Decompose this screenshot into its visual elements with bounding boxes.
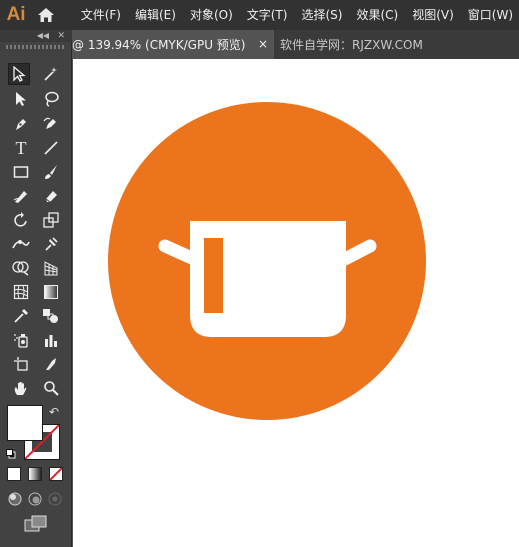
artboard-tool-icon[interactable] [10, 353, 32, 375]
screen-mode-icon[interactable] [24, 515, 48, 533]
color-mode-button[interactable] [7, 467, 21, 481]
tab-active-document[interactable]: @ 139.94% (CMYK/GPU 预览) × [72, 30, 274, 59]
menu-edit[interactable]: 编辑(E) [129, 0, 182, 30]
panel-grip[interactable] [6, 45, 66, 49]
menu-select[interactable]: 选择(S) [295, 0, 348, 30]
zoom-tool-icon[interactable] [40, 377, 62, 399]
menu-effect[interactable]: 效果(C) [350, 0, 404, 30]
perspective-grid-tool-icon[interactable] [40, 257, 62, 279]
blend-tool-icon[interactable] [40, 305, 62, 327]
shape-builder-tool-icon[interactable] [10, 257, 32, 279]
home-icon[interactable] [32, 0, 61, 30]
document-tab-bar: @ 139.94% (CMYK/GPU 预览) × 软件自学网：RJZXW.CO… [72, 30, 519, 59]
cooking-pot-icon[interactable] [158, 221, 377, 337]
swap-fill-stroke-icon[interactable]: ↶ [49, 405, 59, 419]
curvature-tool-icon[interactable] [40, 113, 62, 135]
close-panel-icon[interactable]: ✕ [57, 30, 65, 42]
type-tool-glyph: T [15, 138, 27, 158]
tab-inactive-label: 软件自学网：RJZXW.COM [280, 38, 423, 52]
app-logo-text: Ai [6, 4, 26, 25]
gradient-mode-button[interactable] [28, 467, 42, 481]
tool-panel: ◀◀ ✕ T ↶ [0, 30, 72, 547]
line-tool-icon[interactable] [40, 137, 62, 159]
default-colors-icon[interactable] [6, 444, 16, 459]
pen-tool-icon[interactable] [10, 113, 32, 135]
menu-bar: Ai 文件(F) 编辑(E) 对象(O) 文字(T) 选择(S) 效果(C) 视… [0, 0, 519, 30]
gradient-tool-icon[interactable] [40, 281, 62, 303]
scale-tool-icon[interactable] [40, 209, 62, 231]
rotate-tool-icon[interactable] [10, 209, 32, 231]
artboard-canvas[interactable] [73, 59, 519, 547]
draw-behind-icon[interactable] [27, 491, 43, 507]
close-tab-icon[interactable]: × [258, 38, 268, 50]
selection-tool-icon[interactable] [8, 63, 30, 85]
menu-items: 文件(F) 编辑(E) 对象(O) 文字(T) 选择(S) 效果(C) 视图(V… [75, 0, 519, 30]
puppet-warp-tool-icon[interactable] [40, 233, 62, 255]
menu-view[interactable]: 视图(V) [406, 0, 460, 30]
draw-normal-icon[interactable] [7, 491, 23, 507]
none-mode-button[interactable] [49, 467, 63, 481]
menu-object[interactable]: 对象(O) [184, 0, 239, 30]
eyedropper-tool-icon[interactable] [10, 305, 32, 327]
width-tool-icon[interactable] [10, 233, 32, 255]
type-tool-icon[interactable]: T [10, 137, 32, 159]
symbol-sprayer-tool-icon[interactable] [10, 329, 32, 351]
menu-file[interactable]: 文件(F) [75, 0, 127, 30]
hand-tool-icon[interactable] [10, 377, 32, 399]
collapse-panel-icon[interactable]: ◀◀ [37, 30, 49, 42]
tab-inactive-document[interactable]: 软件自学网：RJZXW.COM [280, 30, 423, 59]
mesh-tool-icon[interactable] [10, 281, 32, 303]
shaper-tool-icon[interactable] [10, 185, 32, 207]
column-graph-tool-icon[interactable] [40, 329, 62, 351]
paintbrush-tool-icon[interactable] [40, 161, 62, 183]
magic-wand-tool-icon[interactable] [40, 63, 62, 85]
menu-type[interactable]: 文字(T) [241, 0, 294, 30]
eraser-tool-icon[interactable] [40, 185, 62, 207]
draw-inside-icon[interactable] [47, 491, 63, 507]
slice-tool-icon[interactable] [40, 353, 62, 375]
fill-swatch[interactable] [7, 405, 43, 441]
lasso-tool-icon[interactable] [40, 88, 62, 110]
menu-window[interactable]: 窗口(W) [462, 0, 519, 30]
app-logo[interactable]: Ai [0, 0, 32, 30]
tab-active-label: @ 139.94% (CMYK/GPU 预览) [72, 38, 246, 52]
pot-artwork[interactable] [108, 101, 428, 421]
rectangle-tool-icon[interactable] [10, 161, 32, 183]
direct-selection-tool-icon[interactable] [10, 88, 32, 110]
